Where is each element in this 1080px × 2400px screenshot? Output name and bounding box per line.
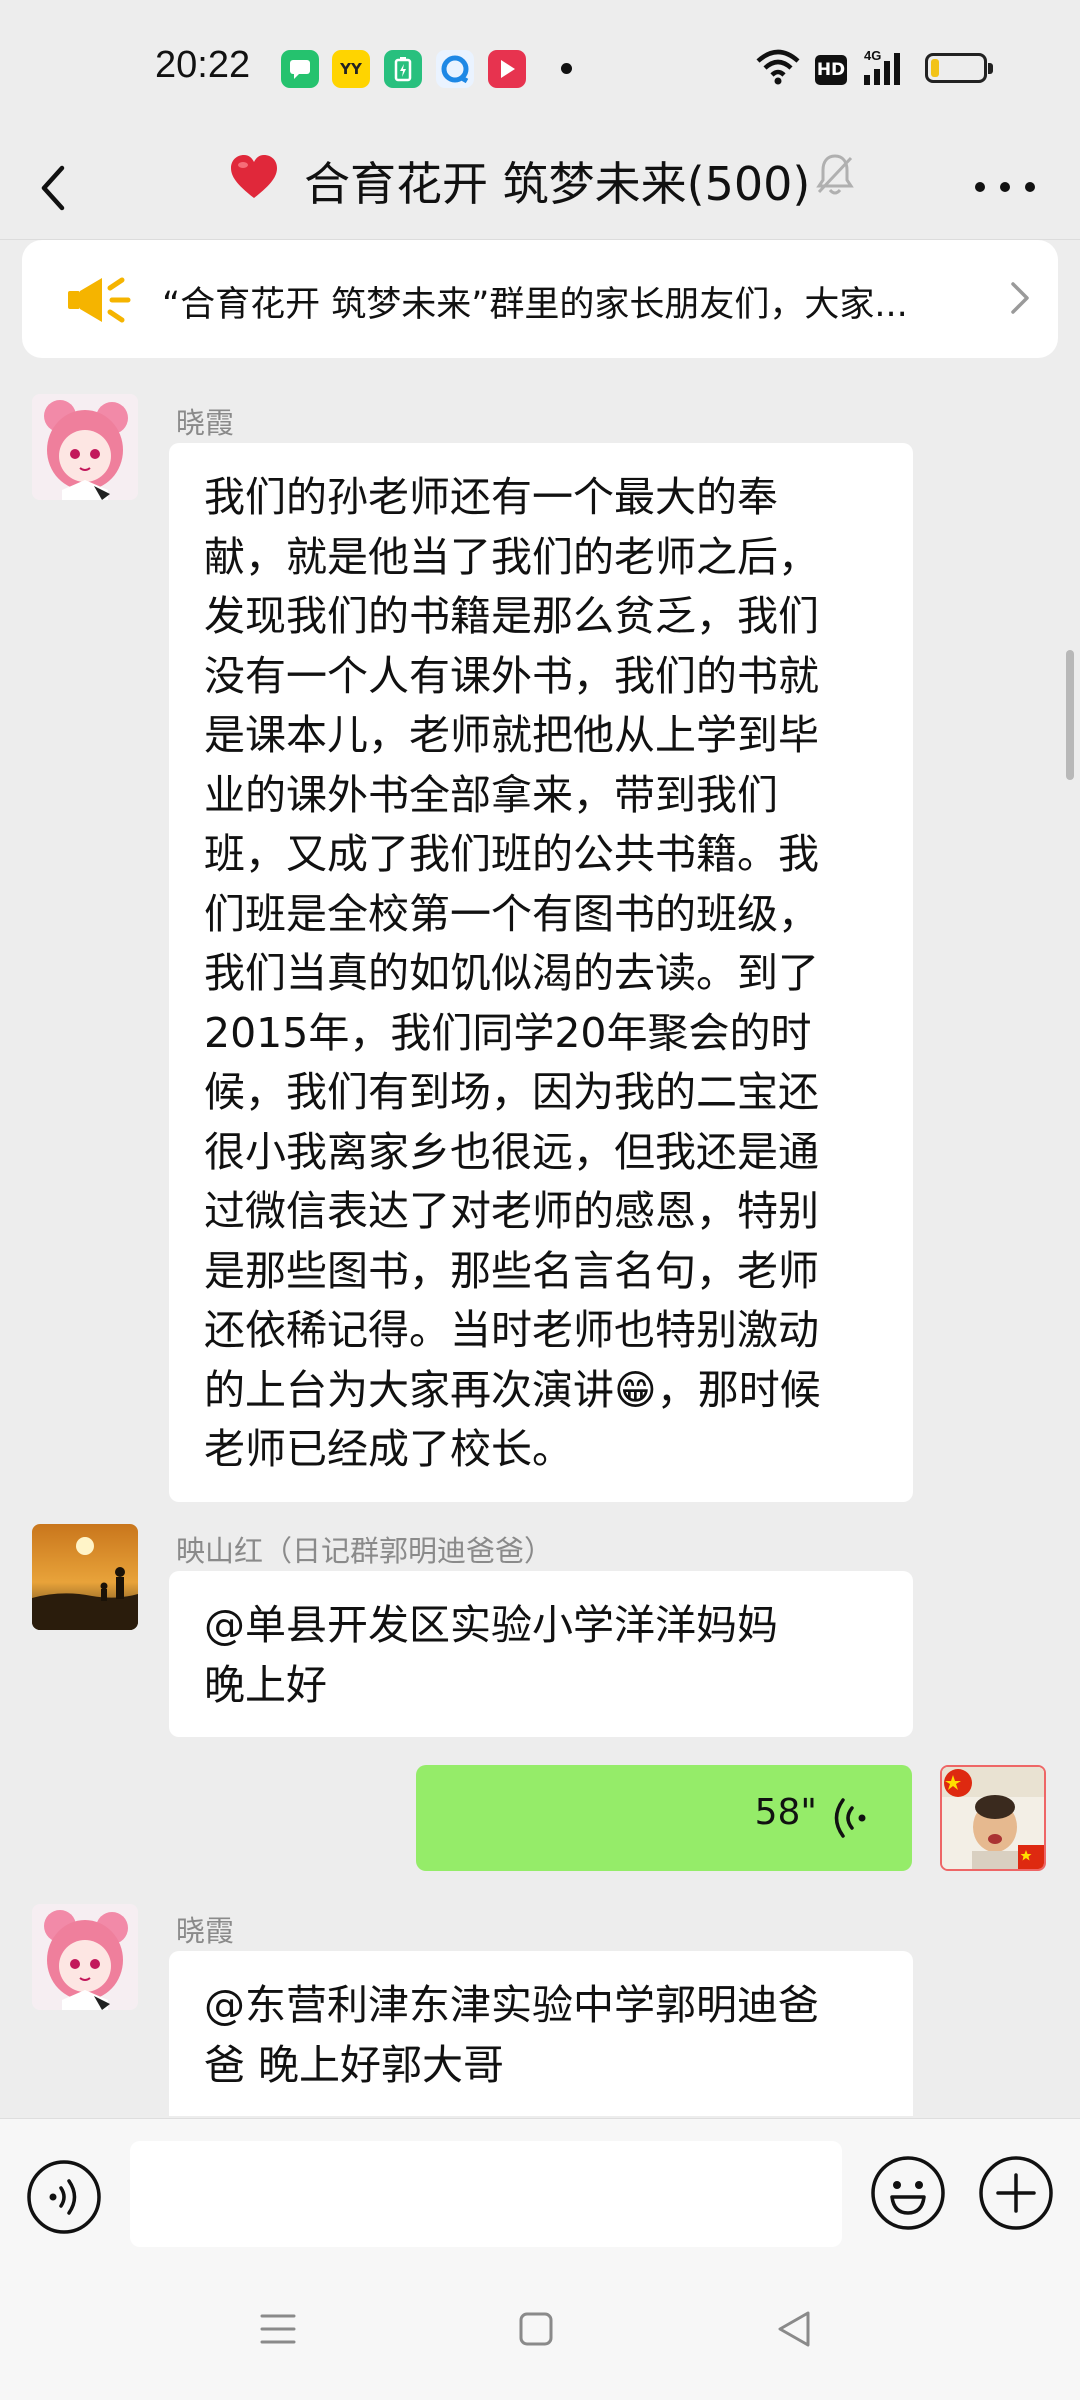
message-bubble[interactable]: 我们的孙老师还有一个最大的奉 献，就是他当了我们的老师之后， 发现我们的书籍是那…	[169, 443, 913, 1502]
sender-name: 映山红（日记群郭明迪爸爸）	[176, 1534, 554, 1568]
voice-input-button[interactable]	[26, 2159, 102, 2235]
message-line: 们班是全校第一个有图书的班级，	[204, 889, 819, 938]
message-line: 是课本儿，老师就把他从上学到毕	[204, 711, 819, 759]
message-line: 晚上好	[204, 1660, 327, 1709]
message-line: 没有一个人有课外书，我们的书就	[204, 651, 819, 700]
more-button[interactable]	[975, 172, 1035, 202]
message-bubble[interactable]: @东营利津东津实验中学郭明迪爸 爸 晚上好郭大哥	[169, 1951, 913, 2116]
battery-app-icon	[384, 50, 422, 88]
voice-duration: 58"	[754, 1792, 817, 1833]
notification-dot	[561, 63, 572, 74]
avatar[interactable]	[32, 394, 138, 500]
message-line: 班，又成了我们班的公共书籍。我	[204, 830, 819, 878]
message-line: 的上台为大家再次演讲😁，那时候	[204, 1365, 821, 1414]
chat-title: 合育花开 筑梦未来(500)	[304, 157, 811, 211]
message-line: 我们当真的如饥似渴的去读。到了	[204, 949, 819, 997]
message-line: 很小我离家乡也很远，但我还是通	[204, 1127, 819, 1176]
message-line: 过微信表达了对老师的感恩，特别	[204, 1187, 819, 1235]
avatar[interactable]	[32, 1524, 138, 1630]
message-input[interactable]	[130, 2141, 842, 2247]
voice-message-bubble[interactable]: 58"	[416, 1765, 912, 1871]
my-avatar[interactable]	[940, 1765, 1046, 1871]
message-line: @单县开发区实验小学洋洋妈妈	[204, 1601, 778, 1649]
message-line: 献，就是他当了我们的老师之后，	[204, 532, 819, 581]
more-dot	[975, 182, 985, 192]
message-line: 是那些图书，那些名言名句，老师	[204, 1246, 819, 1295]
sender-name: 晓霞	[176, 406, 235, 440]
messages-icon	[281, 50, 319, 88]
message-line: 爸 晚上好郭大哥	[204, 2040, 505, 2089]
mute-icon	[816, 154, 854, 195]
browser-icon	[436, 50, 474, 88]
video-icon	[488, 50, 526, 88]
voice-wave-icon	[834, 1798, 866, 1838]
system-nav-bar	[0, 2260, 1080, 2400]
message-line: 候，我们有到场，因为我的二宝还	[204, 1068, 819, 1116]
anime-girl-avatar-icon	[32, 394, 138, 500]
heart-icon	[231, 155, 277, 198]
message-line: @东营利津东津实验中学郭明迪爸	[204, 1981, 819, 2029]
more-dot	[1000, 182, 1010, 192]
input-bar	[0, 2118, 1080, 2260]
wifi-icon	[756, 49, 800, 85]
status-time: 20:22	[155, 44, 251, 86]
megaphone-icon	[68, 277, 131, 323]
nav-back-button[interactable]	[774, 2308, 814, 2350]
emoji-button[interactable]	[870, 2155, 946, 2231]
title-bar: 合育花开 筑梦未来(500)	[0, 130, 1080, 240]
group-notice[interactable]: “合育花开 筑梦未来”群里的家长朋友们，大家...	[22, 240, 1058, 358]
message-line: 发现我们的书籍是那么贫乏，我们	[204, 592, 819, 640]
battery-icon	[925, 53, 993, 83]
network-label: 4G	[864, 48, 881, 63]
more-dot	[1025, 182, 1035, 192]
message-bubble[interactable]: @单县开发区实验小学洋洋妈妈 晚上好	[169, 1571, 913, 1737]
recent-apps-button[interactable]	[258, 2310, 298, 2348]
message-line: 还依稀记得。当时老师也特别激动	[204, 1306, 819, 1354]
hd-icon: HD	[815, 55, 847, 85]
signal-icon: 4G	[864, 48, 900, 85]
home-button[interactable]	[518, 2310, 554, 2348]
battery-fill	[931, 59, 939, 77]
plus-button[interactable]	[978, 2155, 1054, 2231]
chevron-right-icon	[1011, 282, 1029, 314]
child-photo-avatar-icon	[942, 1767, 1044, 1869]
message-line: 我们的孙老师还有一个最大的奉	[204, 473, 778, 521]
notice-text: “合育花开 筑梦未来”群里的家长朋友们，大家...	[162, 285, 908, 325]
message-line: 业的课外书全部拿来，带到我们	[204, 770, 778, 819]
avatar[interactable]	[32, 1904, 138, 2010]
message-line: 2015年，我们同学20年聚会的时	[204, 1008, 812, 1057]
sender-name: 晓霞	[176, 1914, 235, 1948]
back-button[interactable]	[28, 158, 78, 218]
message-line: 老师已经成了校长。	[204, 1425, 573, 1473]
yy-icon: YY	[332, 50, 370, 88]
scrollbar[interactable]	[1066, 650, 1074, 780]
anime-girl-avatar-icon	[32, 1904, 138, 2010]
sunset-avatar-icon	[32, 1524, 138, 1630]
status-bar: 20:22 YY HD 4G	[0, 0, 1080, 130]
